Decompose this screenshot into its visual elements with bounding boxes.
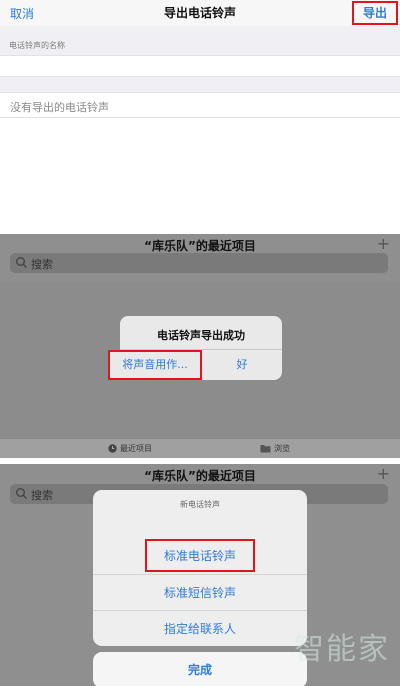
standard-ringtone-label: 标准电话铃声 (163, 549, 236, 563)
standard-ringtone-option[interactable]: 标准电话铃声 (93, 538, 307, 574)
tab-recent-label: 最近项目 (120, 444, 152, 453)
export-success-alert: 电话铃声导出成功 将声音用作... 好 (108, 316, 282, 380)
recent-projects-title: “库乐队”的最近项目 (144, 469, 256, 483)
folder-icon (260, 445, 271, 453)
tab-bar: 最近项目 浏览 (0, 438, 400, 458)
export-ringtone-panel: 取消 导出电话铃声 导出 电话铃声的名称 没有导出的电话铃声 (0, 0, 400, 228)
search-placeholder: 搜索 (31, 258, 53, 271)
ringtone-options-panel: “库乐队”的最近项目 + 搜索 新电话铃声 标准电话铃声 标准短信铃声 指定给联… (0, 464, 400, 686)
standard-sms-option[interactable]: 标准短信铃声 (93, 574, 307, 610)
done-button[interactable]: 完成 (93, 652, 307, 686)
search-icon (16, 488, 27, 499)
tab-browse[interactable]: 浏览 (260, 443, 290, 454)
action-sheet-title: 新电话铃声 (180, 500, 220, 509)
blank-area (0, 118, 400, 228)
watermark: 智能家 (294, 632, 390, 667)
search-icon (16, 257, 27, 268)
new-ringtone-action-sheet: 新电话铃声 标准电话铃声 标准短信铃声 指定给联系人 (93, 490, 307, 646)
clock-icon (108, 444, 117, 453)
add-icon[interactable]: + (377, 234, 390, 253)
ok-button[interactable]: 好 (202, 350, 282, 380)
export-success-panel: “库乐队”的最近项目 + 搜索 电话铃声导出成功 将声音用作... 好 最近项目… (0, 234, 400, 458)
tab-browse-label: 浏览 (274, 444, 290, 453)
no-exported-ringtone-text: 没有导出的电话铃声 (10, 101, 109, 114)
ringtone-name-field[interactable] (0, 55, 400, 77)
recent-projects-title: “库乐队”的最近项目 (144, 239, 256, 253)
nav-title: 导出电话铃声 (163, 6, 236, 20)
export-button[interactable]: 导出 (352, 1, 398, 25)
use-sound-as-button[interactable]: 将声音用作... (108, 350, 202, 380)
search-placeholder: 搜索 (31, 489, 53, 502)
add-icon[interactable]: + (377, 464, 390, 483)
no-exported-ringtone-row: 没有导出的电话铃声 (0, 92, 400, 118)
alert-title: 电话铃声导出成功 (157, 329, 245, 342)
nav-bar: 取消 导出电话铃声 导出 (0, 0, 400, 26)
assign-to-contact-option[interactable]: 指定给联系人 (93, 610, 307, 646)
tab-recent[interactable]: 最近项目 (108, 443, 152, 454)
ringtone-name-label: 电话铃声的名称 (9, 41, 65, 50)
search-input[interactable]: 搜索 (10, 253, 388, 273)
